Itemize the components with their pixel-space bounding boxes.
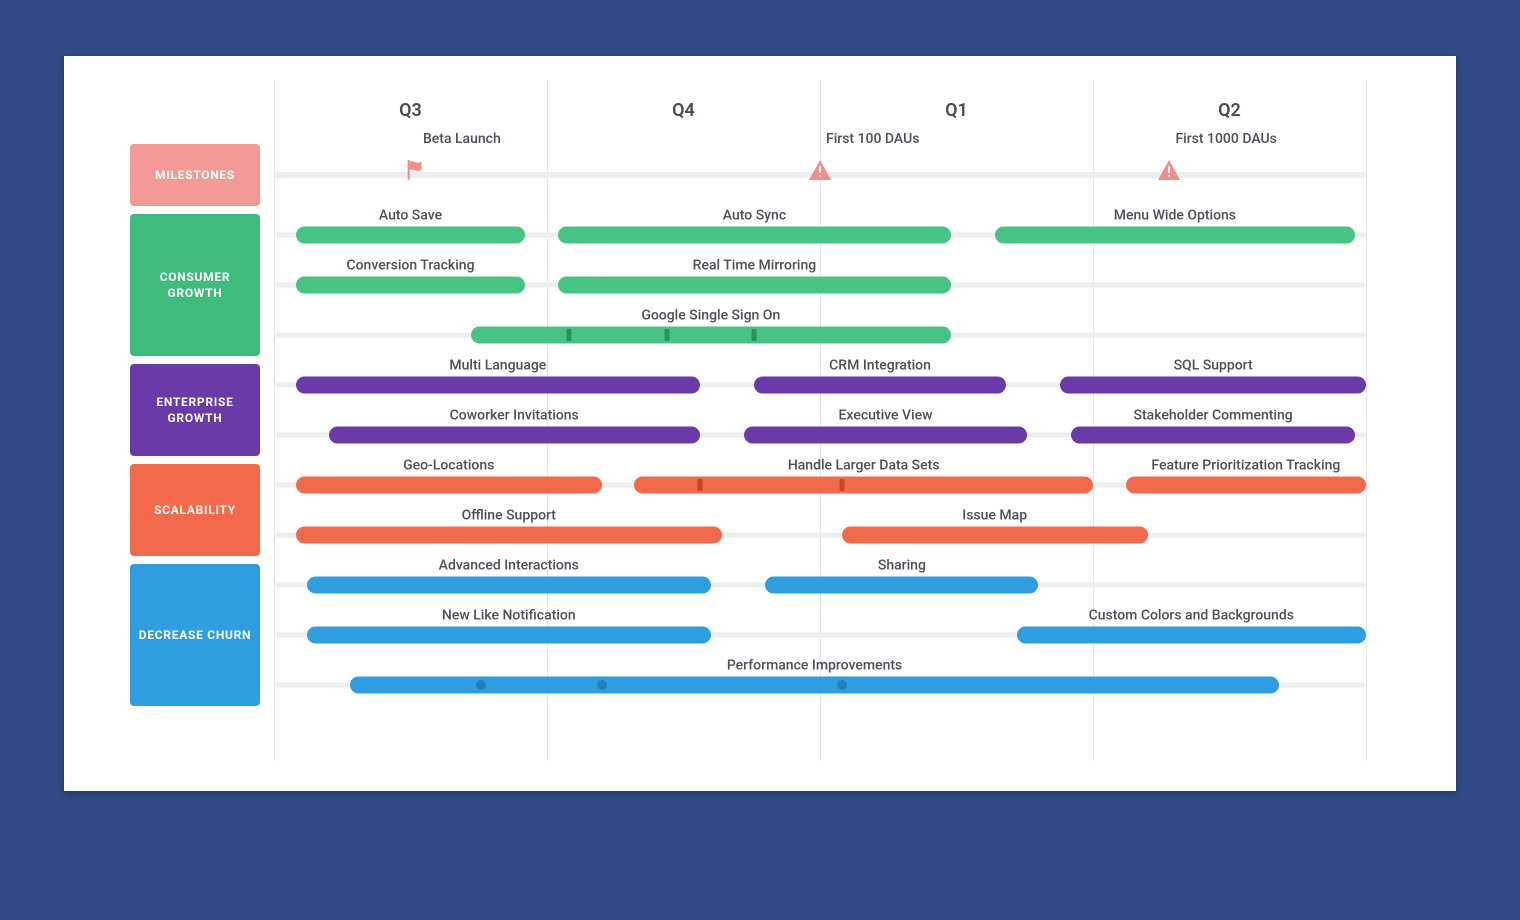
progress-tick [566,329,571,341]
task-label: Geo-Locations [403,458,494,474]
progress-tick [665,329,670,341]
alert-icon [808,159,832,181]
task-label: CRM Integration [829,358,931,374]
milestone-label: First 100 DAUs [826,131,919,147]
task-row: Multi Language CRM Integration SQL Support [274,360,1366,410]
milestone-marker[interactable]: Beta Launch [405,159,427,181]
task-label: Handle Larger Data Sets [788,458,940,474]
task-row: Performance Improvements [274,660,1366,710]
task-label: Issue Map [962,508,1027,524]
task-label: Menu Wide Options [1114,208,1236,224]
task-bar[interactable]: Conversion Tracking [296,277,525,294]
task-bar[interactable]: Issue Map [842,527,1148,544]
lane-label-scalability[interactable]: SCALABILITY [130,464,260,556]
progress-tick [839,479,844,491]
task-bar[interactable]: Performance Improvements [350,677,1278,694]
milestone-marker[interactable]: First 1000 DAUs [1157,159,1181,181]
progress-tick [752,329,757,341]
lane-labels: MILESTONES CONSUMER GROWTHENTERPRISE GROW… [130,80,260,767]
task-bar[interactable]: Feature Prioritization Tracking [1126,477,1366,494]
quarter-divider [1366,80,1367,761]
task-label: Performance Improvements [727,658,902,674]
milestone-label: First 1000 DAUs [1175,131,1276,147]
progress-dot [597,680,607,690]
task-row: Geo-Locations Handle Larger Data Sets Feat… [274,460,1366,510]
task-bar[interactable]: Geo-Locations [296,477,602,494]
task-label: SQL Support [1174,358,1253,374]
task-bar[interactable]: Stakeholder Commenting [1071,427,1355,444]
task-row: Google Single Sign On [274,310,1366,360]
task-label: New Like Notification [442,608,576,624]
task-bar[interactable]: Offline Support [296,527,722,544]
task-label: Executive View [839,408,933,424]
task-bar[interactable]: Multi Language [296,377,700,394]
task-label: Google Single Sign On [641,308,780,324]
milestone-marker[interactable]: First 100 DAUs [808,159,832,181]
progress-dot [476,680,486,690]
progress-tick [697,479,702,491]
task-bar[interactable]: New Like Notification [307,627,711,644]
task-label: Offline Support [462,508,556,524]
task-row: Offline Support Issue Map [274,510,1366,560]
task-bar[interactable]: SQL Support [1060,377,1366,394]
task-label: Conversion Tracking [346,258,474,274]
task-row: Conversion Tracking Real Time Mirroring [274,260,1366,310]
task-bar[interactable]: Custom Colors and Backgrounds [1017,627,1366,644]
alert-icon [1157,159,1181,181]
flag-icon [405,159,427,181]
task-label: Stakeholder Commenting [1134,408,1293,424]
task-label: Feature Prioritization Tracking [1151,458,1340,474]
task-label: Auto Sync [723,208,786,224]
task-row: Coworker Invitations Executive View Stakeh… [274,410,1366,460]
task-bar[interactable]: Handle Larger Data Sets [634,477,1093,494]
milestone-row: Beta Launch First 100 DAUs First 1000 DA… [274,140,1366,210]
task-label: Auto Save [379,208,442,224]
lane-label-consumer_growth[interactable]: CONSUMER GROWTH [130,214,260,356]
task-bar[interactable]: Sharing [765,577,1038,594]
task-label: Real Time Mirroring [693,258,817,274]
roadmap-chart: Q3Q4Q1Q2 MILESTONESCONSUMER GROWTHENTERP… [64,56,1456,791]
task-bar[interactable]: Executive View [744,427,1028,444]
task-label: Multi Language [449,358,546,374]
progress-dot [837,680,847,690]
task-label: Coworker Invitations [450,408,579,424]
task-label: Sharing [878,558,926,574]
task-row: Advanced Interactions Sharing [274,560,1366,610]
task-bar[interactable]: CRM Integration [754,377,1005,394]
task-bar[interactable]: Real Time Mirroring [558,277,951,294]
task-row: Auto Save Auto Sync Menu Wide Options [274,210,1366,260]
lane-rows: Beta Launch First 100 DAUs First 1000 DA… [274,80,1366,761]
task-bar[interactable]: Auto Sync [558,227,951,244]
task-label: Advanced Interactions [439,558,579,574]
task-bar[interactable]: Menu Wide Options [995,227,1355,244]
task-bar[interactable]: Auto Save [296,227,525,244]
task-label: Custom Colors and Backgrounds [1089,608,1294,624]
task-bar[interactable]: Advanced Interactions [307,577,711,594]
lane-label-milestones[interactable]: MILESTONES [130,144,260,206]
lane-label-enterprise_growth[interactable]: ENTERPRISE GROWTH [130,364,260,456]
lane-label-decrease_churn[interactable]: DECREASE CHURN [130,564,260,706]
roadmap-card: Q3Q4Q1Q2 MILESTONESCONSUMER GROWTHENTERP… [64,56,1456,791]
task-row: New Like Notification Custom Colors and B… [274,610,1366,660]
task-bar[interactable]: Google Single Sign On [471,327,951,344]
task-bar[interactable]: Coworker Invitations [329,427,700,444]
milestone-label: Beta Launch [423,131,501,147]
